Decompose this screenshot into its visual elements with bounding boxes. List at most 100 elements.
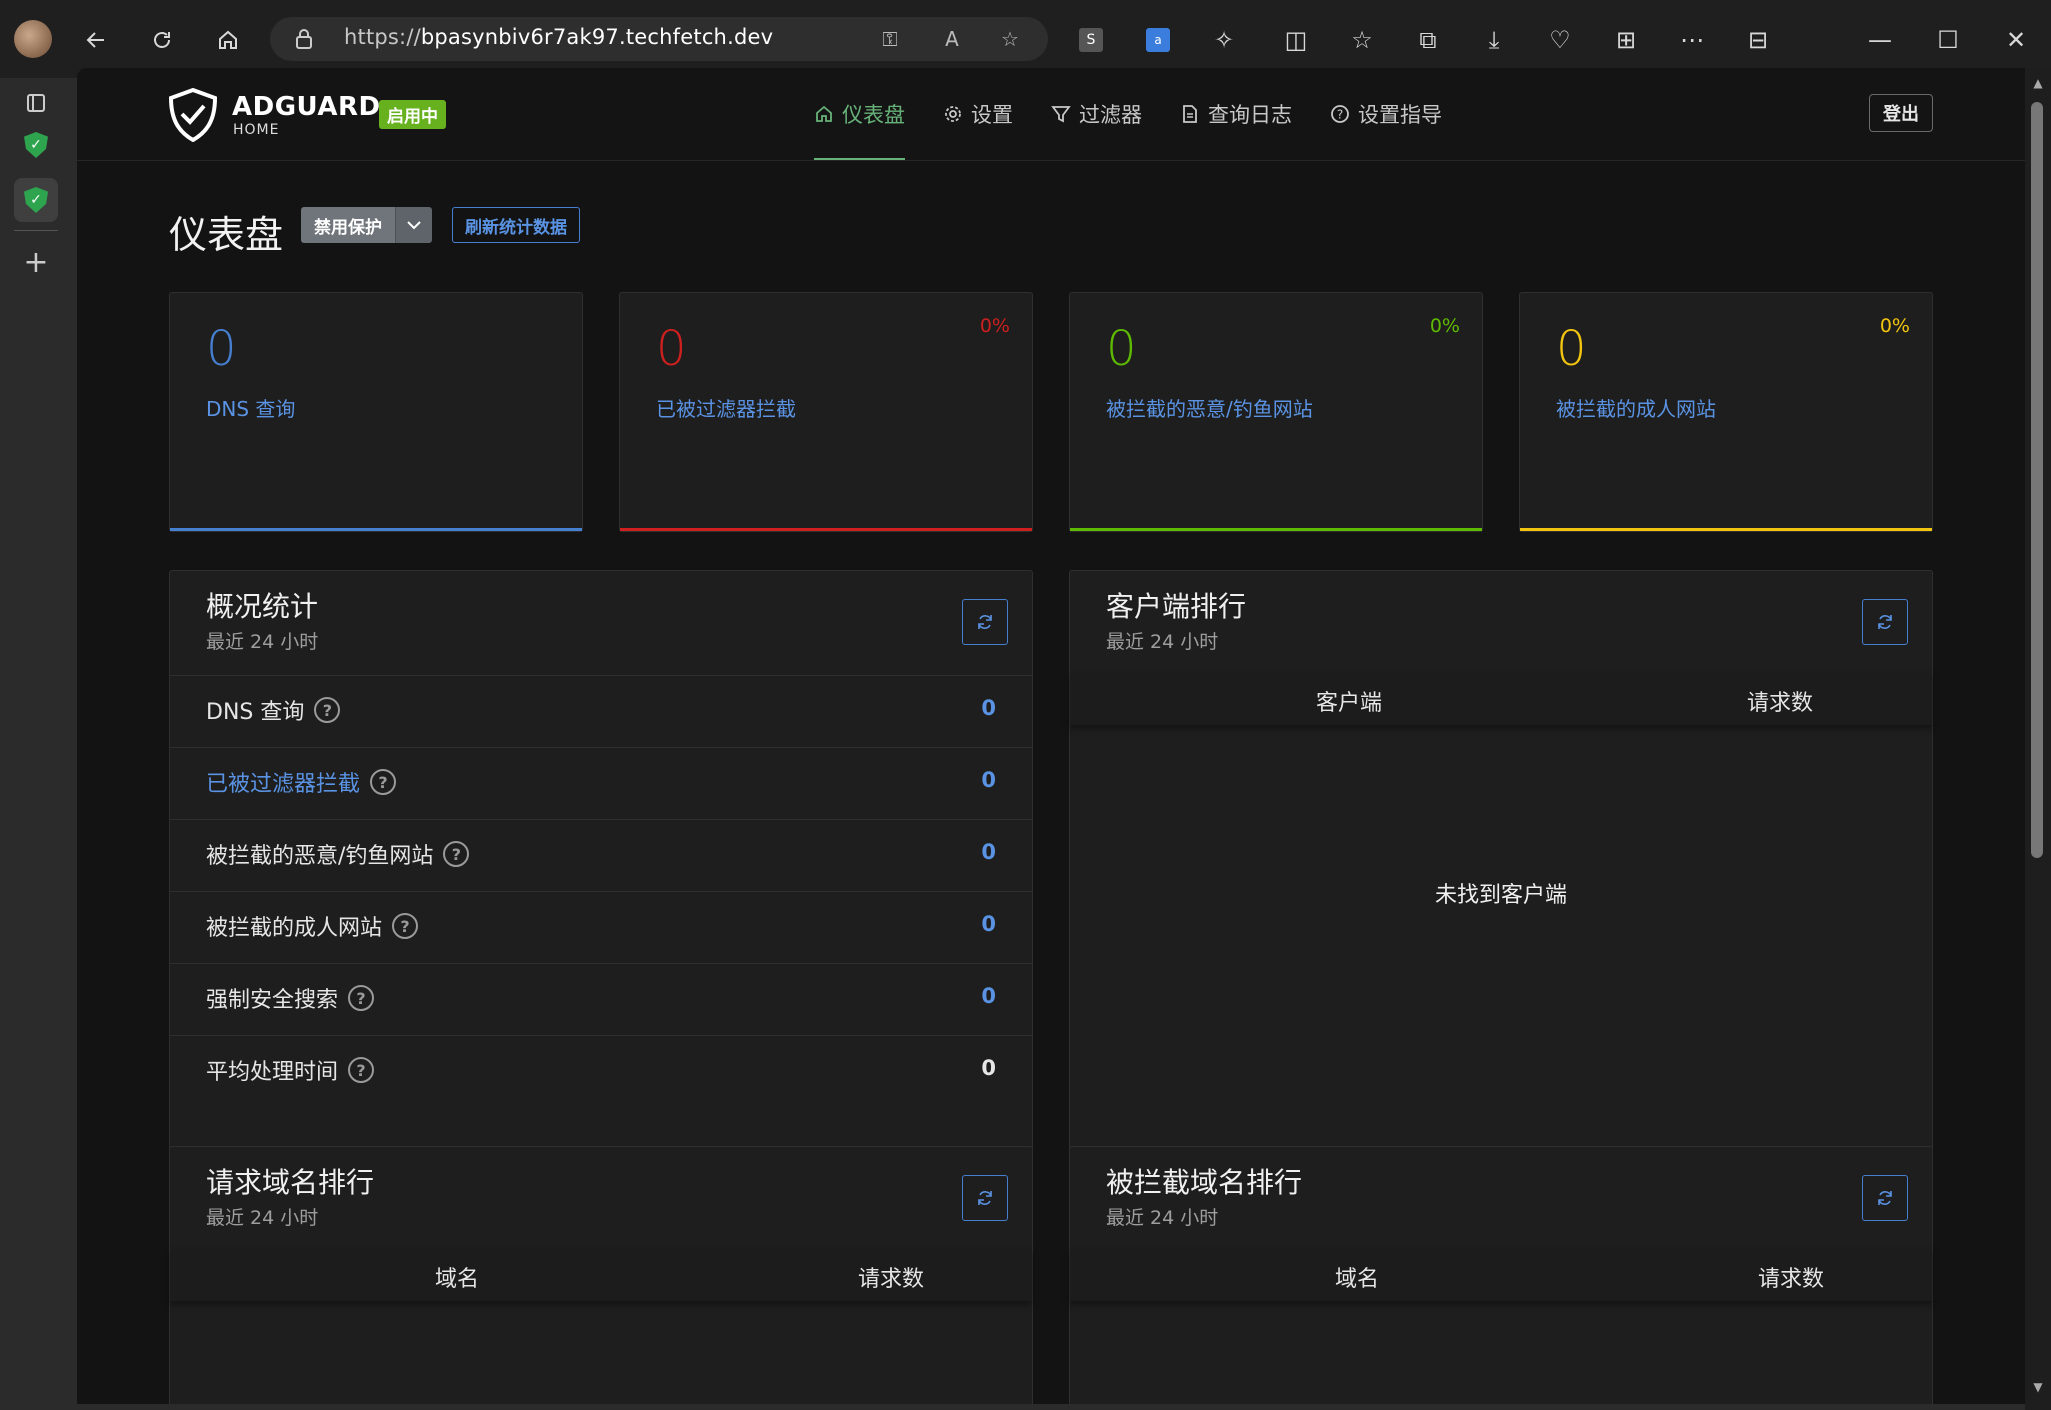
- stat-label[interactable]: 被拦截的恶意/钓鱼网站: [1106, 393, 1313, 422]
- stat-percent: 0%: [1429, 315, 1460, 337]
- row-label-text: DNS 查询: [206, 700, 305, 725]
- scroll-down-arrow-icon[interactable]: ▼: [2031, 1380, 2045, 1394]
- nav-query-log-label: 查询日志: [1208, 103, 1292, 127]
- refresh-card-button[interactable]: [962, 599, 1008, 645]
- help-icon[interactable]: ?: [314, 697, 341, 723]
- refresh-card-button[interactable]: [1862, 1175, 1908, 1221]
- stat-percent: 0%: [979, 315, 1010, 337]
- help-icon: ?: [1331, 105, 1349, 123]
- column-header-domain[interactable]: 域名: [435, 1261, 479, 1293]
- scrollbar-thumb[interactable]: [2031, 102, 2043, 858]
- app-header: ADGUARD HOME 启用中 仪表盘 设置 过滤器 查询日志 ? 设置指导: [77, 68, 2025, 161]
- stat-label[interactable]: 被拦截的成人网站: [1556, 393, 1716, 422]
- nav-setup-guide-label: 设置指导: [1358, 103, 1442, 127]
- nav-query-log[interactable]: 查询日志: [1161, 68, 1311, 160]
- tab-adguard-1[interactable]: ✓: [14, 123, 58, 167]
- top-queried-domains-card: 请求域名排行 最近 24 小时 域名 请求数: [169, 1146, 1033, 1404]
- back-icon[interactable]: [78, 22, 114, 58]
- help-icon[interactable]: ?: [348, 985, 375, 1011]
- card-title: 被拦截域名排行: [1106, 1166, 1303, 1199]
- collections-icon[interactable]: ⧉: [1410, 22, 1446, 58]
- row-label-text[interactable]: 已被过滤器拦截: [206, 766, 360, 798]
- extension-s-icon[interactable]: S: [1073, 22, 1109, 58]
- tab-actions-icon[interactable]: [14, 81, 58, 125]
- help-icon[interactable]: ?: [370, 769, 397, 795]
- refresh-stats-button[interactable]: 刷新统计数据: [452, 207, 580, 243]
- help-icon[interactable]: ?: [392, 913, 419, 939]
- apps-icon[interactable]: ⊞: [1608, 22, 1644, 58]
- stat-row-value: 0: [981, 912, 996, 936]
- home-icon[interactable]: [210, 22, 246, 58]
- nav-filters[interactable]: 过滤器: [1032, 68, 1161, 160]
- row-label-text: 强制安全搜索: [206, 988, 339, 1013]
- lock-icon[interactable]: [292, 27, 316, 51]
- refresh-icon: [978, 615, 992, 629]
- new-tab-plus-icon[interactable]: +: [14, 240, 58, 284]
- adguard-logo-icon[interactable]: [167, 88, 219, 142]
- adguard-shield-icon: ✓: [24, 187, 48, 213]
- nav-dashboard[interactable]: 仪表盘: [795, 68, 924, 160]
- logout-button[interactable]: 登出: [1869, 94, 1933, 132]
- disable-protection-button[interactable]: 禁用保护: [301, 207, 395, 243]
- refresh-icon: [978, 1191, 992, 1205]
- column-header-client[interactable]: 客户端: [1316, 685, 1382, 717]
- column-header-requests[interactable]: 请求数: [858, 1261, 924, 1293]
- stat-card-blocked-filters: 0 0% 已被过滤器拦截: [619, 292, 1033, 532]
- stat-value: 0: [1106, 321, 1137, 377]
- stat-accent-bar: [1520, 528, 1932, 531]
- split-screen-icon[interactable]: ◫: [1278, 22, 1314, 58]
- tab-adguard-active[interactable]: ✓: [14, 178, 58, 222]
- gear-icon: [945, 106, 961, 122]
- extensions-puzzle-icon[interactable]: ✧: [1206, 22, 1242, 58]
- stat-row-value: 0: [981, 840, 996, 864]
- stat-row-blocked-malware: 被拦截的恶意/钓鱼网站? 0: [170, 819, 1032, 891]
- stat-card-dns-queries: 0 DNS 查询: [169, 292, 583, 532]
- help-icon[interactable]: ?: [443, 841, 470, 867]
- nav-settings[interactable]: 设置: [924, 68, 1032, 160]
- overview-stats-card: 概况统计 最近 24 小时 DNS 查询? 0 已被过滤器拦截? 0 被拦截的恶…: [169, 570, 1033, 1178]
- refresh-card-button[interactable]: [962, 1175, 1008, 1221]
- card-subtitle: 最近 24 小时: [206, 631, 319, 653]
- key-icon[interactable]: ⚿: [878, 27, 902, 51]
- filter-icon: [1051, 106, 1071, 123]
- help-icon[interactable]: ?: [348, 1057, 375, 1083]
- column-header-requests[interactable]: 请求数: [1758, 1261, 1824, 1293]
- refresh-icon[interactable]: [144, 22, 180, 58]
- stat-row-value: 0: [981, 768, 996, 792]
- download-icon[interactable]: ⤓: [1476, 22, 1512, 58]
- favorites-icon[interactable]: ☆: [1344, 22, 1380, 58]
- column-header-requests[interactable]: 请求数: [1747, 685, 1813, 717]
- stat-label[interactable]: DNS 查询: [206, 393, 295, 422]
- adguard-shield-icon: ✓: [24, 132, 48, 158]
- maximize-icon[interactable]: ☐: [1930, 22, 1966, 58]
- read-aloud-icon[interactable]: A: [940, 27, 964, 51]
- stat-row-label: 平均处理时间?: [206, 1054, 375, 1086]
- performance-icon[interactable]: ♡: [1542, 22, 1578, 58]
- more-options-icon[interactable]: ⋯: [1674, 22, 1710, 58]
- nav-setup-guide[interactable]: ? 设置指导: [1311, 68, 1461, 160]
- stat-row-label: 被拦截的成人网站?: [206, 910, 419, 942]
- row-label-text: 被拦截的成人网站: [206, 916, 383, 941]
- favorite-star-icon[interactable]: ☆: [998, 27, 1022, 51]
- page-scrollbar[interactable]: ▲ ▼: [2025, 68, 2051, 1410]
- stat-label[interactable]: 已被过滤器拦截: [656, 393, 796, 422]
- scroll-up-arrow-icon[interactable]: ▲: [2031, 76, 2045, 90]
- url-text[interactable]: https://bpasynbiv6r7ak97.techfetch.dev: [344, 25, 773, 49]
- close-icon[interactable]: ✕: [1998, 22, 2034, 58]
- minimize-icon[interactable]: —: [1862, 22, 1898, 58]
- profile-avatar[interactable]: [14, 20, 52, 58]
- refresh-card-button[interactable]: [1862, 599, 1908, 645]
- chevron-down-icon[interactable]: [395, 207, 432, 243]
- top-clients-card: 客户端排行 最近 24 小时 客户端 请求数 未找到客户端: [1069, 570, 1933, 1178]
- table-header: 域名 请求数: [170, 1249, 1032, 1301]
- stat-row-label[interactable]: 已被过滤器拦截?: [206, 766, 397, 798]
- refresh-icon: [1878, 1191, 1892, 1205]
- status-badge: 启用中: [379, 100, 446, 129]
- address-bar[interactable]: https://bpasynbiv6r7ak97.techfetch.dev ⚿…: [270, 17, 1048, 61]
- column-header-domain[interactable]: 域名: [1335, 1261, 1379, 1293]
- translate-icon[interactable]: a: [1140, 22, 1176, 58]
- row-label-text: 被拦截的恶意/钓鱼网站: [206, 844, 434, 869]
- sidebar-toggle-icon[interactable]: ⊟: [1740, 22, 1776, 58]
- stat-row-safe-search: 强制安全搜索? 0: [170, 963, 1032, 1035]
- stat-percent: 0%: [1879, 315, 1910, 337]
